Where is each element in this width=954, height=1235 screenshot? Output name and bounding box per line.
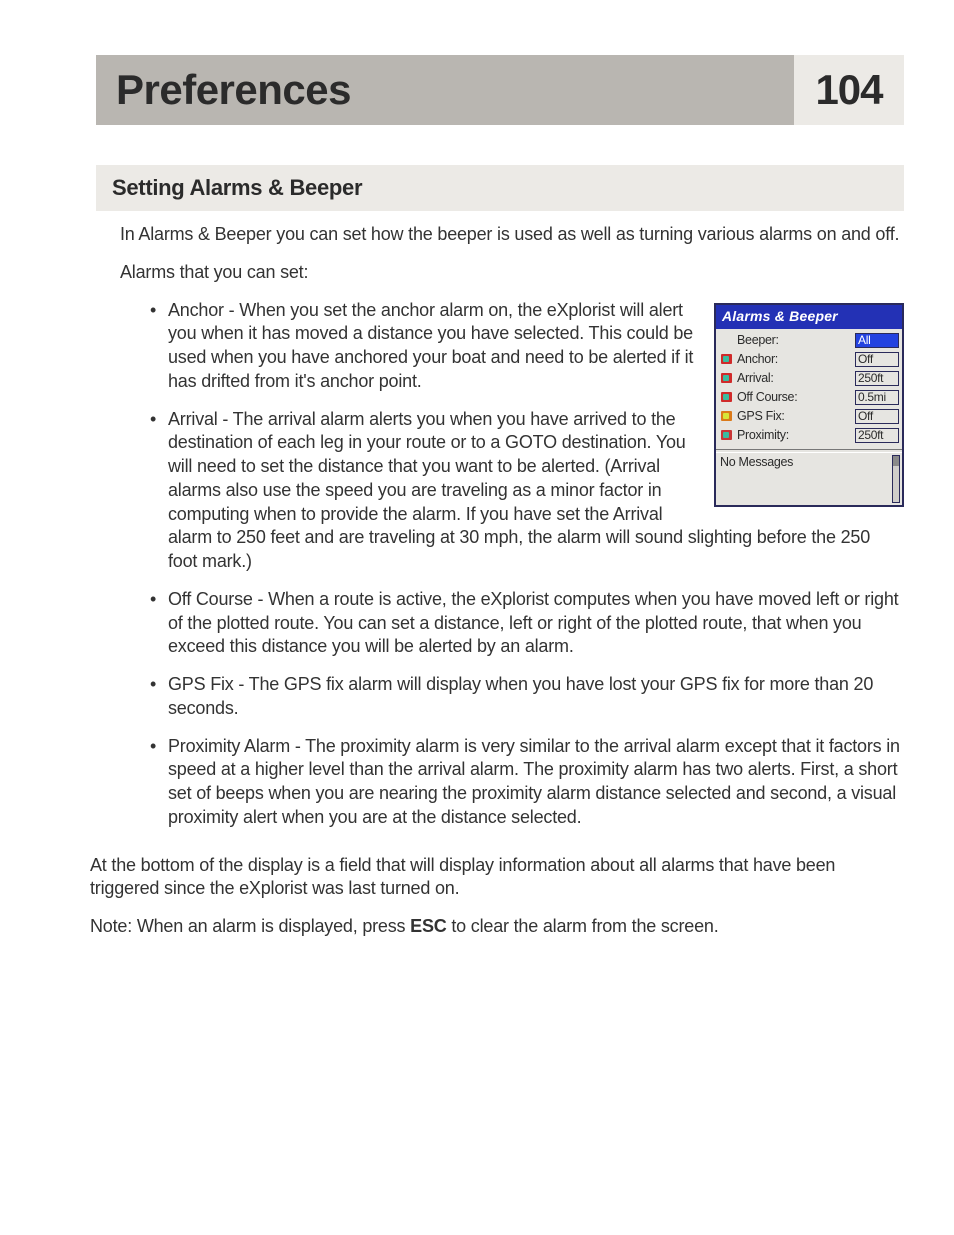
bullet-offcourse: Off Course - When a route is active, the…: [150, 588, 904, 659]
bullet-area: Alarms & Beeper Beeper: All Anchor: Off: [120, 299, 904, 844]
note-esc: ESC: [410, 916, 446, 936]
content-area: In Alarms & Beeper you can set how the b…: [120, 223, 904, 939]
bullet-arrival: Arrival - The arrival alarm alerts you w…: [150, 408, 904, 574]
bullet-list: Anchor - When you set the anchor alarm o…: [150, 299, 904, 830]
intro-paragraph: In Alarms & Beeper you can set how the b…: [120, 223, 904, 247]
note-post: to clear the alarm from the screen.: [447, 916, 719, 936]
header-title-box: Preferences: [96, 55, 794, 125]
page-number: 104: [815, 66, 882, 114]
bullet-gpsfix: GPS Fix - The GPS fix alarm will display…: [150, 673, 904, 721]
bullet-proximity: Proximity Alarm - The proximity alarm is…: [150, 735, 904, 830]
bullet-anchor: Anchor - When you set the anchor alarm o…: [150, 299, 904, 394]
bottom-paragraph: At the bottom of the display is a field …: [90, 854, 904, 902]
section-heading-bar: Setting Alarms & Beeper: [96, 165, 904, 211]
page: Preferences 104 Setting Alarms & Beeper …: [0, 0, 954, 1235]
note-pre: Note: When an alarm is displayed, press: [90, 916, 410, 936]
note-paragraph: Note: When an alarm is displayed, press …: [90, 915, 904, 939]
page-title: Preferences: [116, 66, 351, 114]
section-title: Setting Alarms & Beeper: [112, 175, 362, 200]
page-header: Preferences 104: [96, 55, 904, 125]
alarms-lead: Alarms that you can set:: [120, 261, 904, 285]
page-number-box: 104: [794, 55, 904, 125]
